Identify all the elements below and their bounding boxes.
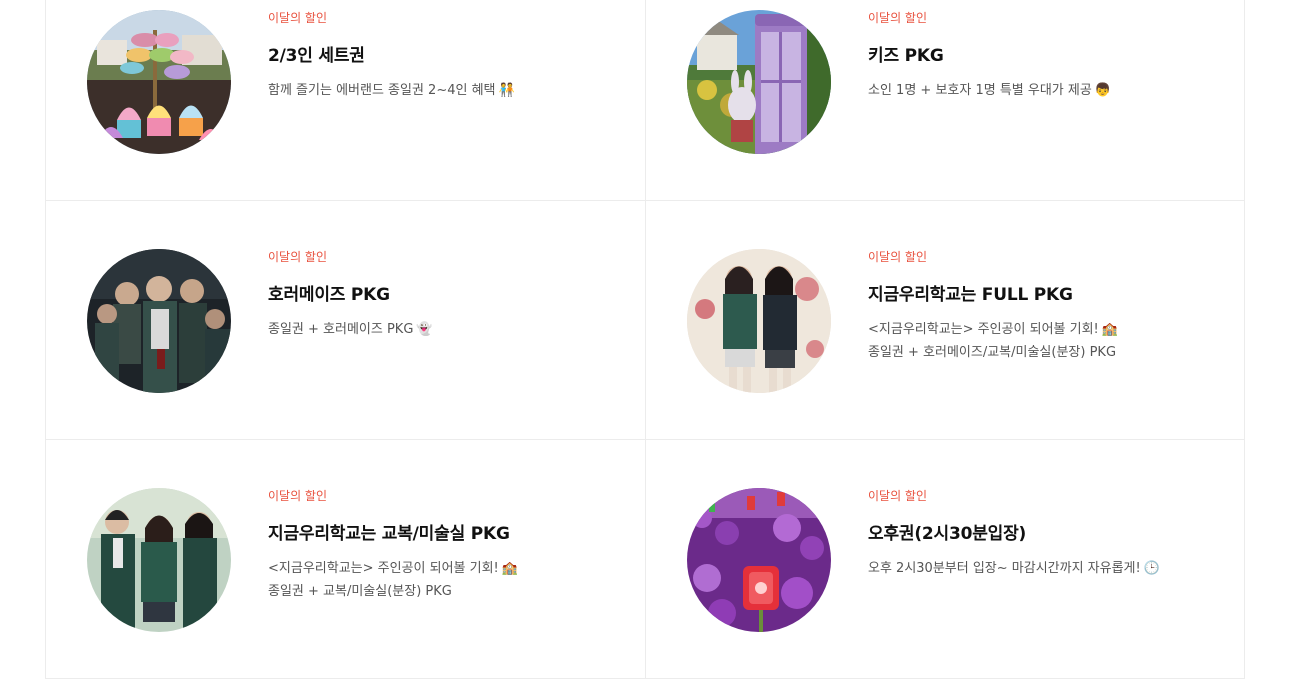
product-description: 함께 즐기는 에버랜드 종일권 2~4인 혜택 🧑‍🤝‍🧑	[268, 79, 625, 102]
product-title[interactable]: 2/3인 세트권	[268, 45, 625, 67]
discount-tag: 이달의 할인	[868, 11, 928, 25]
product-card[interactable]: 이달의 할인 지금우리학교는 FULL PKG <지금우리학교는> 주인공이 되…	[645, 201, 1245, 440]
description-line: 종일권 + 호러메이즈/교복/미술실(분장) PKG	[868, 345, 1117, 360]
product-info: 이달의 할인 지금우리학교는 FULL PKG <지금우리학교는> 주인공이 되…	[868, 249, 1224, 364]
description-line: 소인 1명 + 보호자 1명 특별 우대가 제공 👦	[868, 83, 1111, 98]
description-line: 종일권 + 교복/미술실(분장) PKG	[268, 584, 452, 599]
product-title[interactable]: 지금우리학교는 FULL PKG	[868, 284, 1224, 306]
description-line: 오후 2시30분부터 입장~ 마감시간까지 자유롭게! 🕒	[868, 561, 1160, 576]
description-line: <지금우리학교는> 주인공이 되어볼 기회! 🏫	[868, 322, 1118, 337]
product-info: 이달의 할인 오후권(2시30분입장) 오후 2시30분부터 입장~ 마감시간까…	[868, 488, 1224, 580]
description-line: 함께 즐기는 에버랜드 종일권 2~4인 혜택 🧑‍🤝‍🧑	[268, 83, 515, 98]
product-description: 소인 1명 + 보호자 1명 특별 우대가 제공 👦	[868, 79, 1224, 102]
product-card[interactable]: 이달의 할인 오후권(2시30분입장) 오후 2시30분부터 입장~ 마감시간까…	[645, 440, 1245, 679]
discount-tag: 이달의 할인	[268, 250, 328, 264]
discount-tag: 이달의 할인	[268, 11, 328, 25]
school-icon: 🏫	[1101, 322, 1118, 337]
macaron-cupcake-photo[interactable]	[87, 10, 231, 154]
description-line: 종일권 + 호러메이즈 PKG 👻	[268, 322, 433, 337]
product-info: 이달의 할인 키즈 PKG 소인 1명 + 보호자 1명 특별 우대가 제공 👦	[868, 10, 1224, 102]
product-title[interactable]: 지금우리학교는 교복/미술실 PKG	[268, 523, 625, 545]
product-card[interactable]: 이달의 할인 키즈 PKG 소인 1명 + 보호자 1명 특별 우대가 제공 👦	[645, 0, 1245, 201]
product-description: <지금우리학교는> 주인공이 되어볼 기회! 🏫 종일권 + 교복/미술실(분장)…	[268, 557, 625, 603]
school-icon: 🏫	[501, 561, 518, 576]
school-uniform-trio-photo[interactable]	[87, 488, 231, 632]
product-info: 이달의 할인 호러메이즈 PKG 종일권 + 호러메이즈 PKG 👻	[268, 249, 625, 341]
product-title[interactable]: 키즈 PKG	[868, 45, 1224, 67]
product-card[interactable]: 이달의 할인 호러메이즈 PKG 종일권 + 호러메이즈 PKG 👻	[45, 201, 645, 440]
product-card[interactable]: 이달의 할인 지금우리학교는 교복/미술실 PKG <지금우리학교는> 주인공이…	[45, 440, 645, 679]
discount-tag: 이달의 할인	[868, 489, 928, 503]
clock-icon: 🕒	[1143, 561, 1160, 576]
discount-tag: 이달의 할인	[868, 250, 928, 264]
product-info: 이달의 할인 2/3인 세트권 함께 즐기는 에버랜드 종일권 2~4인 혜택 🧑…	[268, 10, 625, 102]
school-uniform-duo-photo[interactable]	[687, 249, 831, 393]
product-grid: 이달의 할인 2/3인 세트권 함께 즐기는 에버랜드 종일권 2~4인 혜택 🧑…	[45, 0, 1245, 679]
people-icon: 🧑‍🤝‍🧑	[498, 83, 515, 98]
discount-tag: 이달의 할인	[268, 489, 328, 503]
product-title[interactable]: 호러메이즈 PKG	[268, 284, 625, 306]
product-info: 이달의 할인 지금우리학교는 교복/미술실 PKG <지금우리학교는> 주인공이…	[268, 488, 625, 603]
product-description: <지금우리학교는> 주인공이 되어볼 기회! 🏫 종일권 + 호러메이즈/교복/미…	[868, 318, 1224, 364]
purple-flower-field-photo[interactable]	[687, 488, 831, 632]
ghost-icon: 👻	[416, 322, 433, 337]
product-title[interactable]: 오후권(2시30분입장)	[868, 523, 1224, 545]
product-card[interactable]: 이달의 할인 2/3인 세트권 함께 즐기는 에버랜드 종일권 2~4인 혜택 🧑…	[45, 0, 645, 201]
product-description: 오후 2시30분부터 입장~ 마감시간까지 자유롭게! 🕒	[868, 557, 1224, 580]
description-line: <지금우리학교는> 주인공이 되어볼 기회! 🏫	[268, 561, 518, 576]
child-icon: 👦	[1094, 83, 1111, 98]
purple-phone-booth-photo[interactable]	[687, 10, 831, 154]
horror-students-photo[interactable]	[87, 249, 231, 393]
product-description: 종일권 + 호러메이즈 PKG 👻	[268, 318, 625, 341]
